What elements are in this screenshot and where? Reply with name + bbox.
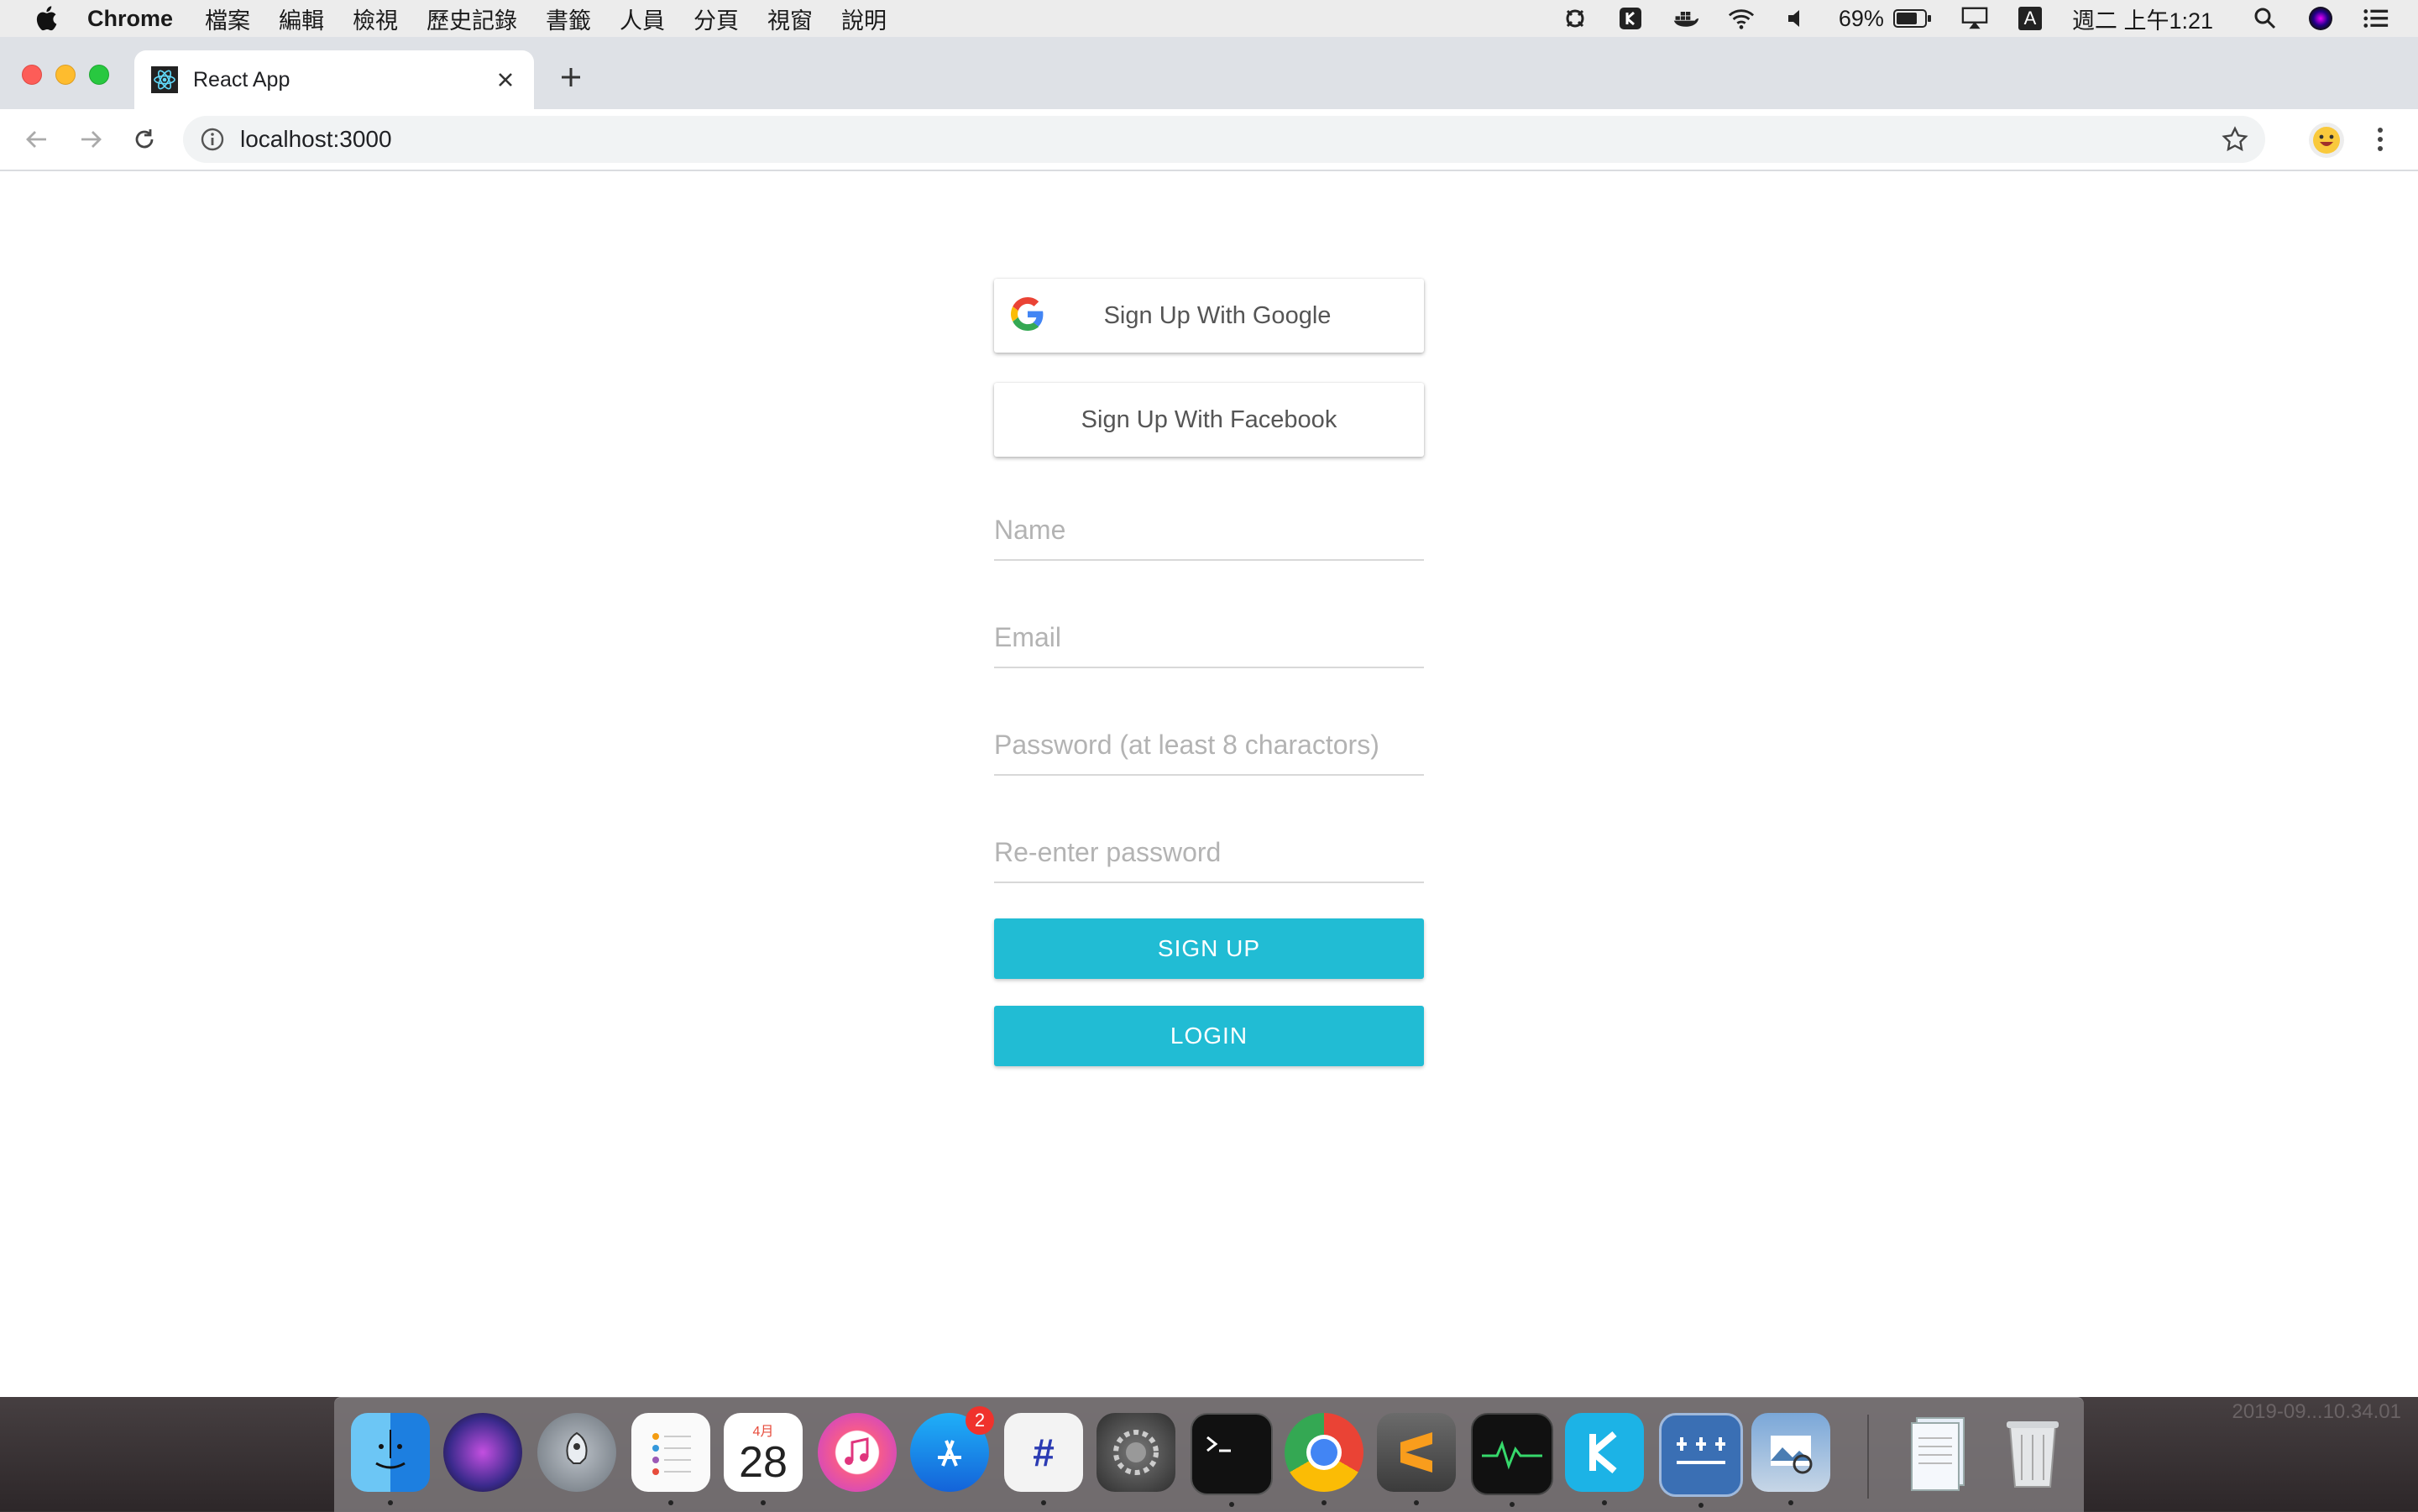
apple-logo-icon[interactable] [34,4,62,33]
facebook-signup-label: Sign Up With Facebook [1081,405,1337,433]
tab-title: React App [193,67,290,92]
email-field[interactable] [994,608,1424,668]
browser-toolbar: localhost:3000 [0,109,2418,171]
dock-separator [1867,1415,1869,1499]
profile-avatar[interactable] [2309,123,2344,158]
itunes-icon[interactable] [818,1413,897,1492]
macos-menu-bar: Chrome 檔案 編輯 檢視 歷史記錄 書籤 人員 分頁 視窗 說明 69% … [0,0,2418,37]
sublime-running-indicator [1414,1500,1419,1505]
slack-icon[interactable]: # [1004,1413,1083,1505]
spotlight-search-icon[interactable] [2252,5,2279,32]
url-text[interactable]: localhost:3000 [240,126,392,153]
battery-percent: 69% [1838,5,1884,31]
preview-icon[interactable] [1751,1413,1830,1505]
menu-window[interactable]: 視窗 [767,3,813,35]
close-tab-icon[interactable] [489,63,522,97]
menu-app-name[interactable]: Chrome [87,6,173,32]
google-signup-button[interactable]: Sign Up With Google [994,279,1424,353]
keyboard-viewer-icon[interactable] [1659,1413,1743,1508]
terminal-running-indicator [1229,1502,1234,1507]
tab-strip: React App [0,37,2418,109]
minimize-window-button[interactable] [55,65,76,85]
facebook-signup-button[interactable]: Sign Up With Facebook [994,383,1424,457]
input-method-icon[interactable]: A [2017,5,2044,32]
chrome-menu-icon[interactable] [2368,123,2393,156]
airplay-icon[interactable] [1961,5,1988,32]
google-signup-label: Sign Up With Google [1103,301,1332,329]
preview-running-indicator [1788,1500,1793,1505]
menu-help[interactable]: 說明 [841,3,887,35]
kkbox-dock-icon[interactable] [1565,1413,1644,1505]
activity-monitor-running-indicator [1510,1502,1515,1507]
finder-running-indicator [388,1500,393,1505]
documents-stack-icon[interactable] [1899,1413,1978,1492]
app-store-icon[interactable]: 2 [910,1406,994,1492]
dock: 4月 28 2 # [334,1397,2084,1512]
system-preferences-icon[interactable] [1096,1413,1175,1492]
google-logo-icon [1011,297,1044,331]
calendar-day: 28 [739,1438,788,1487]
react-favicon-icon [151,66,178,93]
page-content: Sign Up With Google Sign Up With Faceboo… [0,171,2418,1397]
siri-dock-icon[interactable] [443,1413,522,1492]
cleaner-status-icon[interactable] [1562,5,1588,32]
login-button[interactable]: LOGIN [994,1006,1424,1066]
menu-bookmarks[interactable]: 書籤 [546,3,591,35]
sign-up-button[interactable]: SIGN UP [994,918,1424,979]
name-field[interactable] [994,500,1424,561]
close-window-button[interactable] [22,65,42,85]
bookmark-star-icon[interactable] [2222,126,2248,153]
terminal-icon[interactable] [1191,1413,1273,1507]
browser-window: React App localhost:3000 Sign Up With Go… [0,37,2418,1397]
chrome-dock-icon[interactable] [1285,1413,1363,1505]
finder-icon[interactable] [351,1413,430,1505]
kkbox-running-indicator [1602,1500,1607,1505]
password-field[interactable] [994,715,1424,776]
activity-monitor-icon[interactable] [1471,1413,1553,1507]
menu-people[interactable]: 人員 [620,3,665,35]
trash-icon[interactable] [1993,1413,2072,1492]
menu-history[interactable]: 歷史記錄 [427,3,517,35]
notification-center-icon[interactable] [2363,5,2389,32]
menu-view[interactable]: 檢視 [353,3,398,35]
calendar-icon[interactable]: 4月 28 [724,1413,803,1505]
launchpad-icon[interactable] [537,1413,616,1492]
menu-edit[interactable]: 編輯 [279,3,324,35]
siri-icon[interactable] [2307,5,2334,32]
reenter-password-field[interactable] [994,823,1424,883]
desktop-screenshot-file-label[interactable]: 2019-09...10.34.01 [2232,1400,2401,1424]
sublime-text-icon[interactable] [1377,1413,1456,1505]
back-arrow-icon[interactable] [20,123,54,156]
wifi-icon[interactable] [1728,5,1755,32]
calendar-running-indicator [761,1500,766,1505]
menu-tab[interactable]: 分頁 [693,3,739,35]
reload-icon[interactable] [128,123,161,156]
menu-clock[interactable]: 週二 上午1:21 [2072,3,2213,35]
reminders-icon[interactable] [631,1413,710,1505]
tab-react-app[interactable]: React App [134,50,534,109]
keyboard-viewer-running-indicator [1698,1503,1704,1508]
forward-arrow-icon[interactable] [74,123,107,156]
new-tab-icon[interactable] [554,60,588,94]
slack-running-indicator [1041,1500,1046,1505]
volume-icon[interactable] [1783,5,1810,32]
maximize-window-button[interactable] [89,65,109,85]
input-method-label: A [2018,7,2042,30]
menu-file[interactable]: 檔案 [205,3,250,35]
chrome-running-indicator [1322,1500,1327,1505]
slack-hash-label: # [1033,1431,1055,1474]
address-bar[interactable]: localhost:3000 [183,116,2265,163]
reminders-running-indicator [668,1500,673,1505]
site-info-icon[interactable] [200,127,225,152]
calendar-month: 4月 [752,1425,774,1439]
battery-icon[interactable] [1892,5,1933,32]
kkbox-status-icon[interactable] [1617,5,1644,32]
app-store-badge: 2 [966,1406,994,1435]
docker-status-icon[interactable] [1672,5,1699,32]
